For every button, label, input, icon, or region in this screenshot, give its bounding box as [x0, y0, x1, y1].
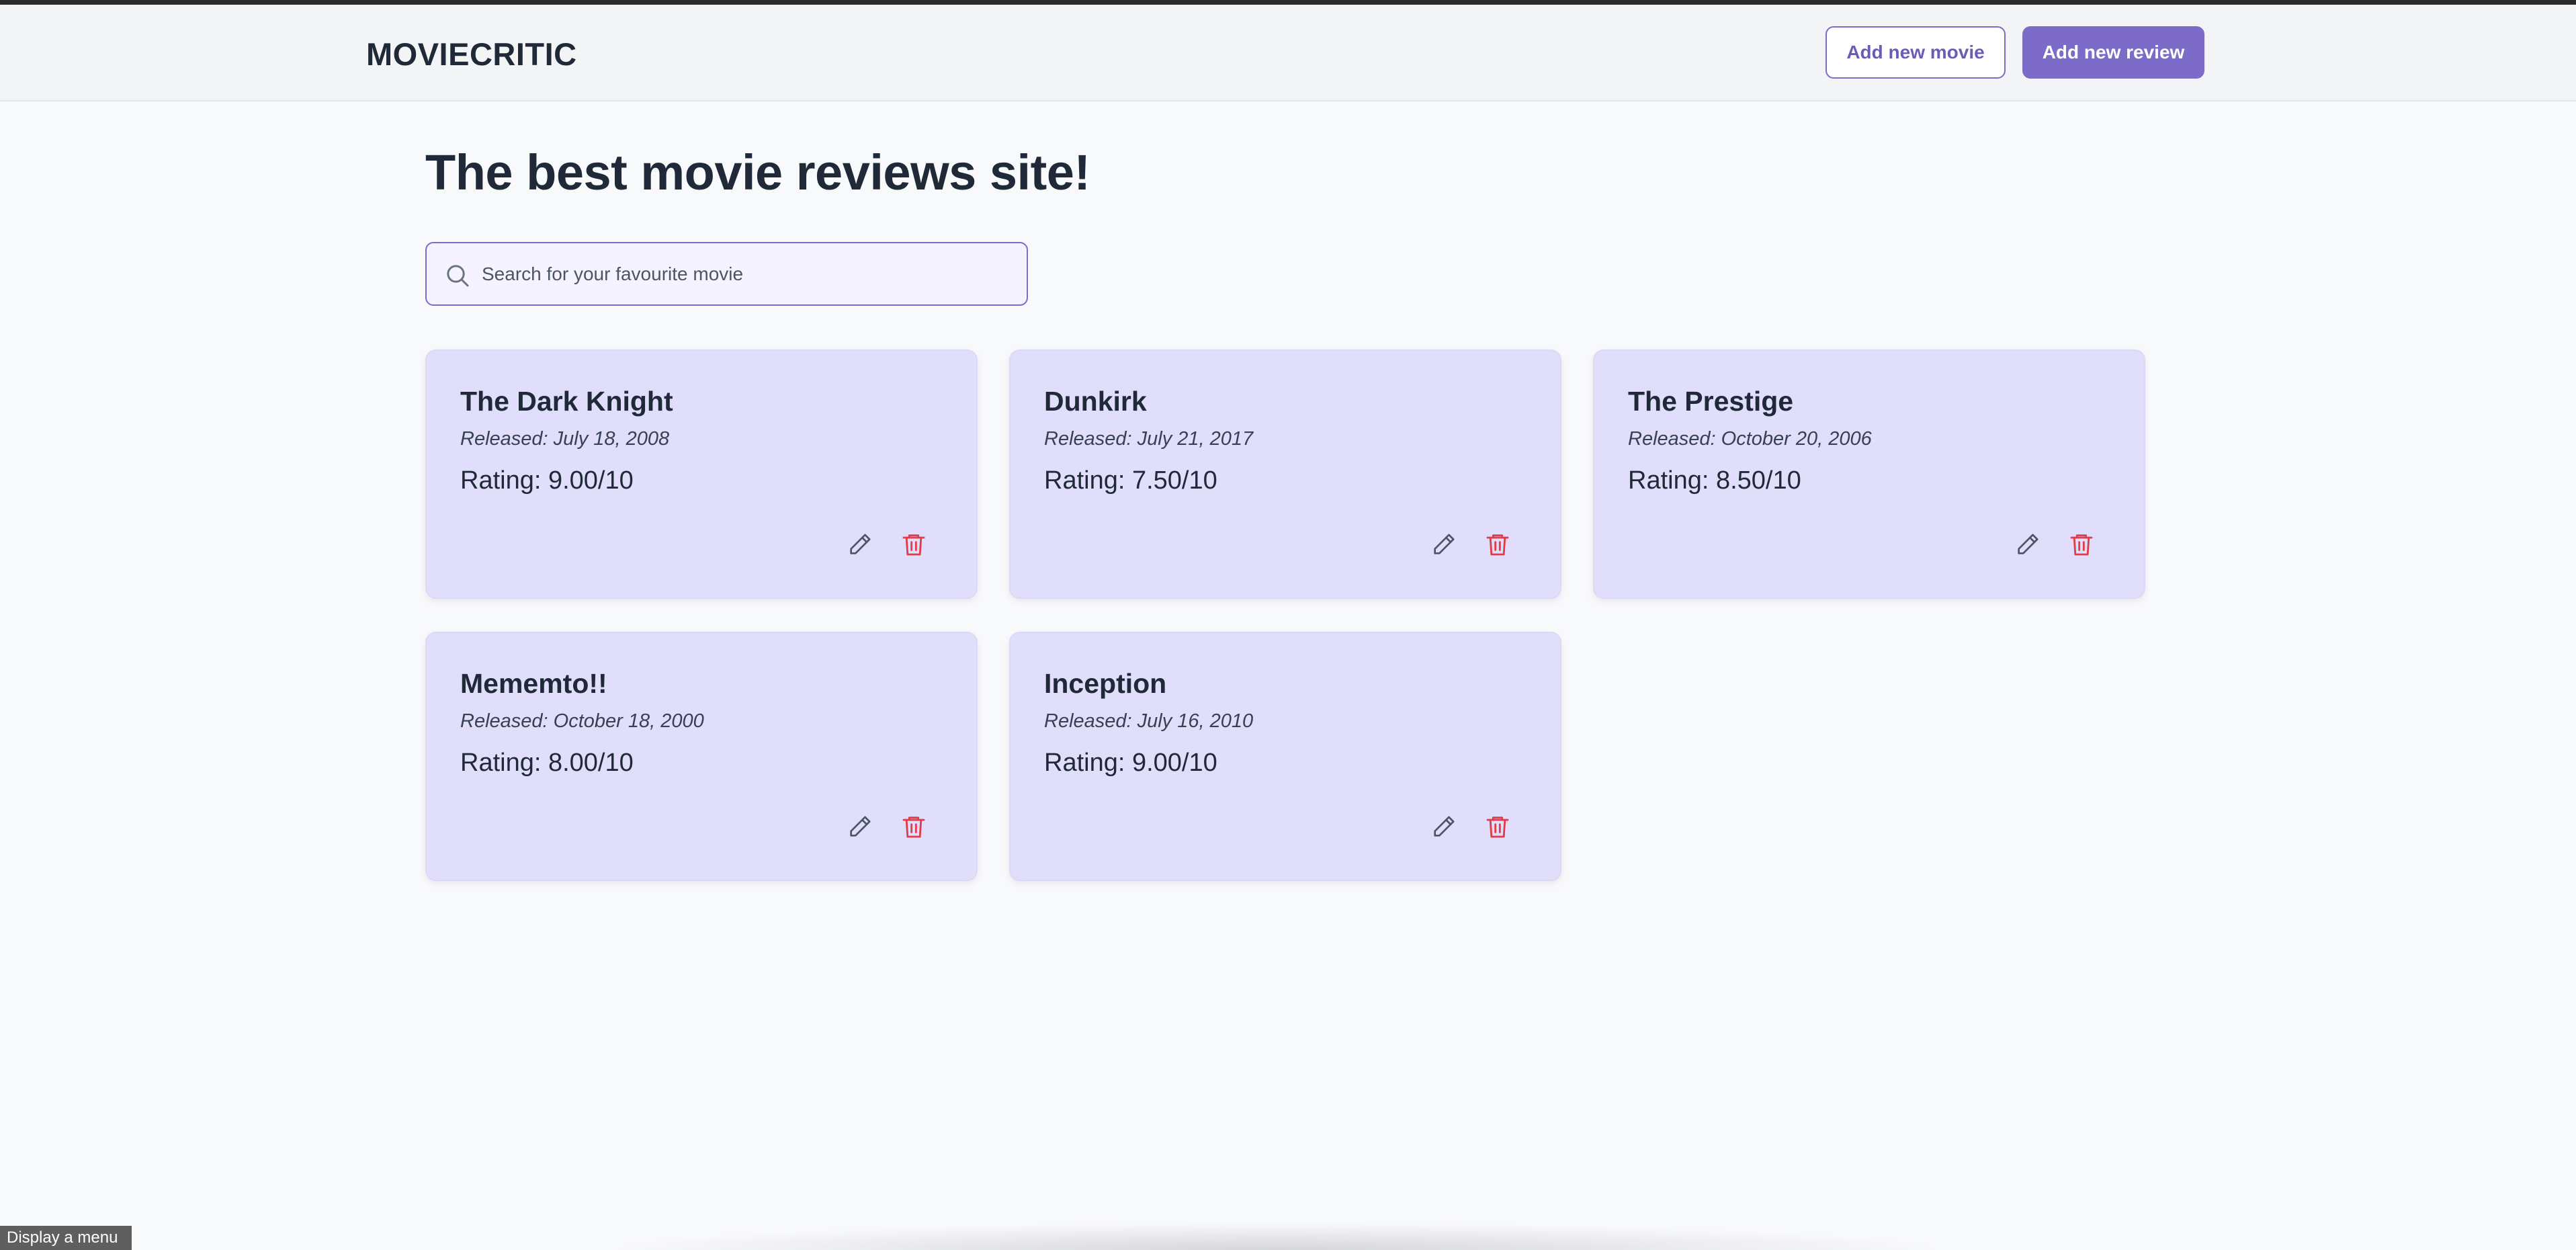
- movie-title[interactable]: Dunkirk: [1044, 386, 1147, 417]
- movie-release-date: Released: July 16, 2010: [1044, 710, 1254, 732]
- movie-rating: Rating: 7.50/10: [1044, 466, 1217, 495]
- add-movie-button[interactable]: Add new movie: [1826, 26, 2006, 79]
- pencil-icon[interactable]: [2014, 531, 2041, 558]
- movie-card[interactable]: Inception Released: July 16, 2010 Rating…: [1009, 632, 1561, 881]
- search-icon: [447, 265, 469, 287]
- movie-title[interactable]: The Dark Knight: [460, 386, 673, 417]
- movie-release-date: Released: July 21, 2017: [1044, 428, 1254, 450]
- movie-card[interactable]: The Prestige Released: October 20, 2006 …: [1593, 349, 2145, 599]
- movie-release-date: Released: October 18, 2000: [460, 710, 704, 732]
- pencil-icon[interactable]: [847, 531, 873, 558]
- window-top-bar: [0, 0, 2576, 5]
- site-header: MOVIECRITIC Add new movie Add new review: [0, 5, 2576, 101]
- trash-icon[interactable]: [2068, 531, 2095, 558]
- bottom-scroll-shadow: [605, 1223, 1948, 1250]
- movie-release-date: Released: October 20, 2006: [1628, 428, 1872, 450]
- add-review-button[interactable]: Add new review: [2022, 26, 2204, 79]
- search-input[interactable]: [482, 243, 1013, 304]
- movie-rating: Rating: 9.00/10: [460, 466, 634, 495]
- trash-icon[interactable]: [1484, 531, 1511, 558]
- movie-card[interactable]: Mememto!! Released: October 18, 2000 Rat…: [425, 632, 978, 881]
- movie-title[interactable]: Mememto!!: [460, 668, 607, 700]
- trash-icon[interactable]: [900, 531, 927, 558]
- pencil-icon[interactable]: [1430, 813, 1457, 840]
- movie-card[interactable]: Dunkirk Released: July 21, 2017 Rating: …: [1009, 349, 1561, 599]
- movie-rating: Rating: 8.00/10: [460, 749, 634, 777]
- movie-title[interactable]: Inception: [1044, 668, 1166, 700]
- movie-release-date: Released: July 18, 2008: [460, 428, 670, 450]
- page-title: The best movie reviews site!: [425, 144, 1090, 200]
- brand-logo[interactable]: MOVIECRITIC: [366, 36, 577, 73]
- movie-rating: Rating: 8.50/10: [1628, 466, 1801, 495]
- movie-rating: Rating: 9.00/10: [1044, 749, 1217, 777]
- movie-title[interactable]: The Prestige: [1628, 386, 1793, 417]
- trash-icon[interactable]: [900, 813, 927, 840]
- movie-card[interactable]: The Dark Knight Released: July 18, 2008 …: [425, 349, 978, 599]
- trash-icon[interactable]: [1484, 813, 1511, 840]
- search-bar[interactable]: [425, 242, 1028, 306]
- menu-tooltip: Display a menu: [0, 1226, 132, 1250]
- pencil-icon[interactable]: [847, 813, 873, 840]
- pencil-icon[interactable]: [1430, 531, 1457, 558]
